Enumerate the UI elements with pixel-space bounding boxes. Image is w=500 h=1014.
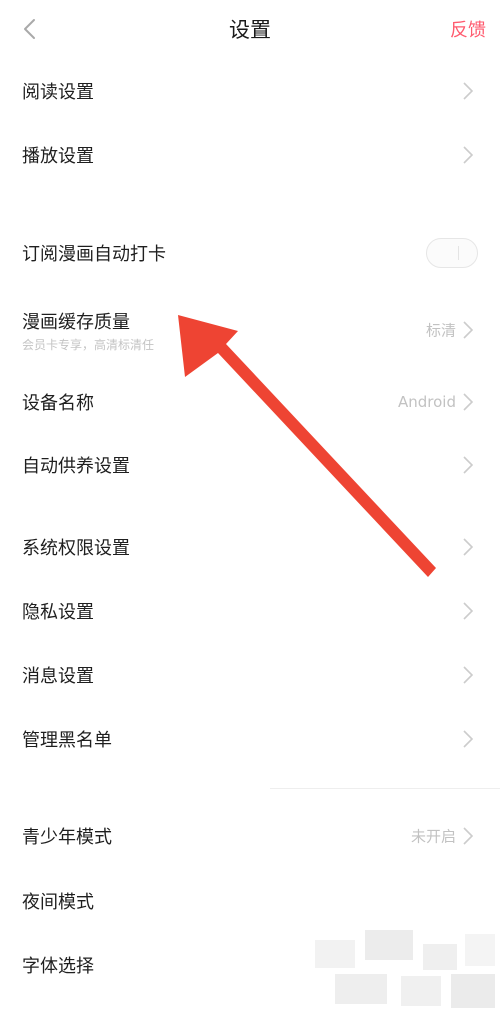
top-bar: 设置 反馈 bbox=[0, 0, 500, 60]
auto-support-row[interactable]: 自动供养设置 bbox=[0, 436, 500, 494]
cache-quality-label: 漫画缓存质量 bbox=[22, 312, 130, 333]
chevron-right-icon bbox=[463, 321, 474, 339]
privacy-settings-label: 隐私设置 bbox=[22, 602, 94, 623]
system-permissions-label: 系统权限设置 bbox=[22, 538, 130, 559]
reading-settings-row[interactable]: 阅读设置 bbox=[0, 62, 500, 120]
font-selection-label: 字体选择 bbox=[22, 956, 94, 977]
night-mode-label: 夜间模式 bbox=[22, 892, 94, 913]
night-mode-row[interactable]: 夜间模式 bbox=[0, 872, 500, 930]
auto-checkin-row: 订阅漫画自动打卡 bbox=[0, 224, 500, 282]
chevron-right-icon bbox=[463, 730, 474, 748]
chevron-right-icon bbox=[463, 602, 474, 620]
privacy-settings-row[interactable]: 隐私设置 bbox=[0, 582, 500, 640]
toggle-knob bbox=[458, 246, 459, 260]
chevron-right-icon bbox=[463, 393, 474, 411]
auto-support-label: 自动供养设置 bbox=[22, 456, 130, 477]
cache-quality-value: 标清 bbox=[425, 321, 456, 340]
blacklist-label: 管理黑名单 bbox=[22, 730, 112, 751]
system-permissions-row[interactable]: 系统权限设置 bbox=[0, 518, 500, 576]
chevron-right-icon bbox=[463, 827, 474, 845]
auto-checkin-label: 订阅漫画自动打卡 bbox=[22, 244, 166, 265]
message-settings-label: 消息设置 bbox=[22, 666, 94, 687]
teen-mode-row[interactable]: 青少年模式 未开启 bbox=[0, 807, 500, 865]
device-name-label: 设备名称 bbox=[22, 393, 94, 414]
chevron-right-icon bbox=[463, 456, 474, 474]
playback-settings-row[interactable]: 播放设置 bbox=[0, 126, 500, 184]
section-divider bbox=[270, 788, 500, 789]
device-name-value: Android bbox=[398, 393, 456, 411]
chevron-right-icon bbox=[463, 82, 474, 100]
blacklist-row[interactable]: 管理黑名单 bbox=[0, 710, 500, 768]
chevron-right-icon bbox=[463, 666, 474, 684]
reading-settings-label: 阅读设置 bbox=[22, 82, 94, 103]
cache-quality-row[interactable]: 漫画缓存质量 会员卡专享，高清标清任 标清 bbox=[0, 298, 500, 362]
watermark bbox=[305, 930, 500, 1014]
playback-settings-label: 播放设置 bbox=[22, 146, 94, 167]
chevron-right-icon bbox=[463, 146, 474, 164]
feedback-button[interactable]: 反馈 bbox=[450, 16, 486, 42]
page-title: 设置 bbox=[229, 18, 271, 42]
chevron-right-icon bbox=[463, 538, 474, 556]
teen-mode-label: 青少年模式 bbox=[22, 827, 112, 848]
cache-quality-sublabel: 会员卡专享，高清标清任 bbox=[22, 338, 155, 352]
teen-mode-value: 未开启 bbox=[410, 827, 456, 846]
device-name-row[interactable]: 设备名称 Android bbox=[0, 373, 500, 431]
auto-checkin-toggle[interactable] bbox=[426, 238, 478, 268]
message-settings-row[interactable]: 消息设置 bbox=[0, 646, 500, 704]
